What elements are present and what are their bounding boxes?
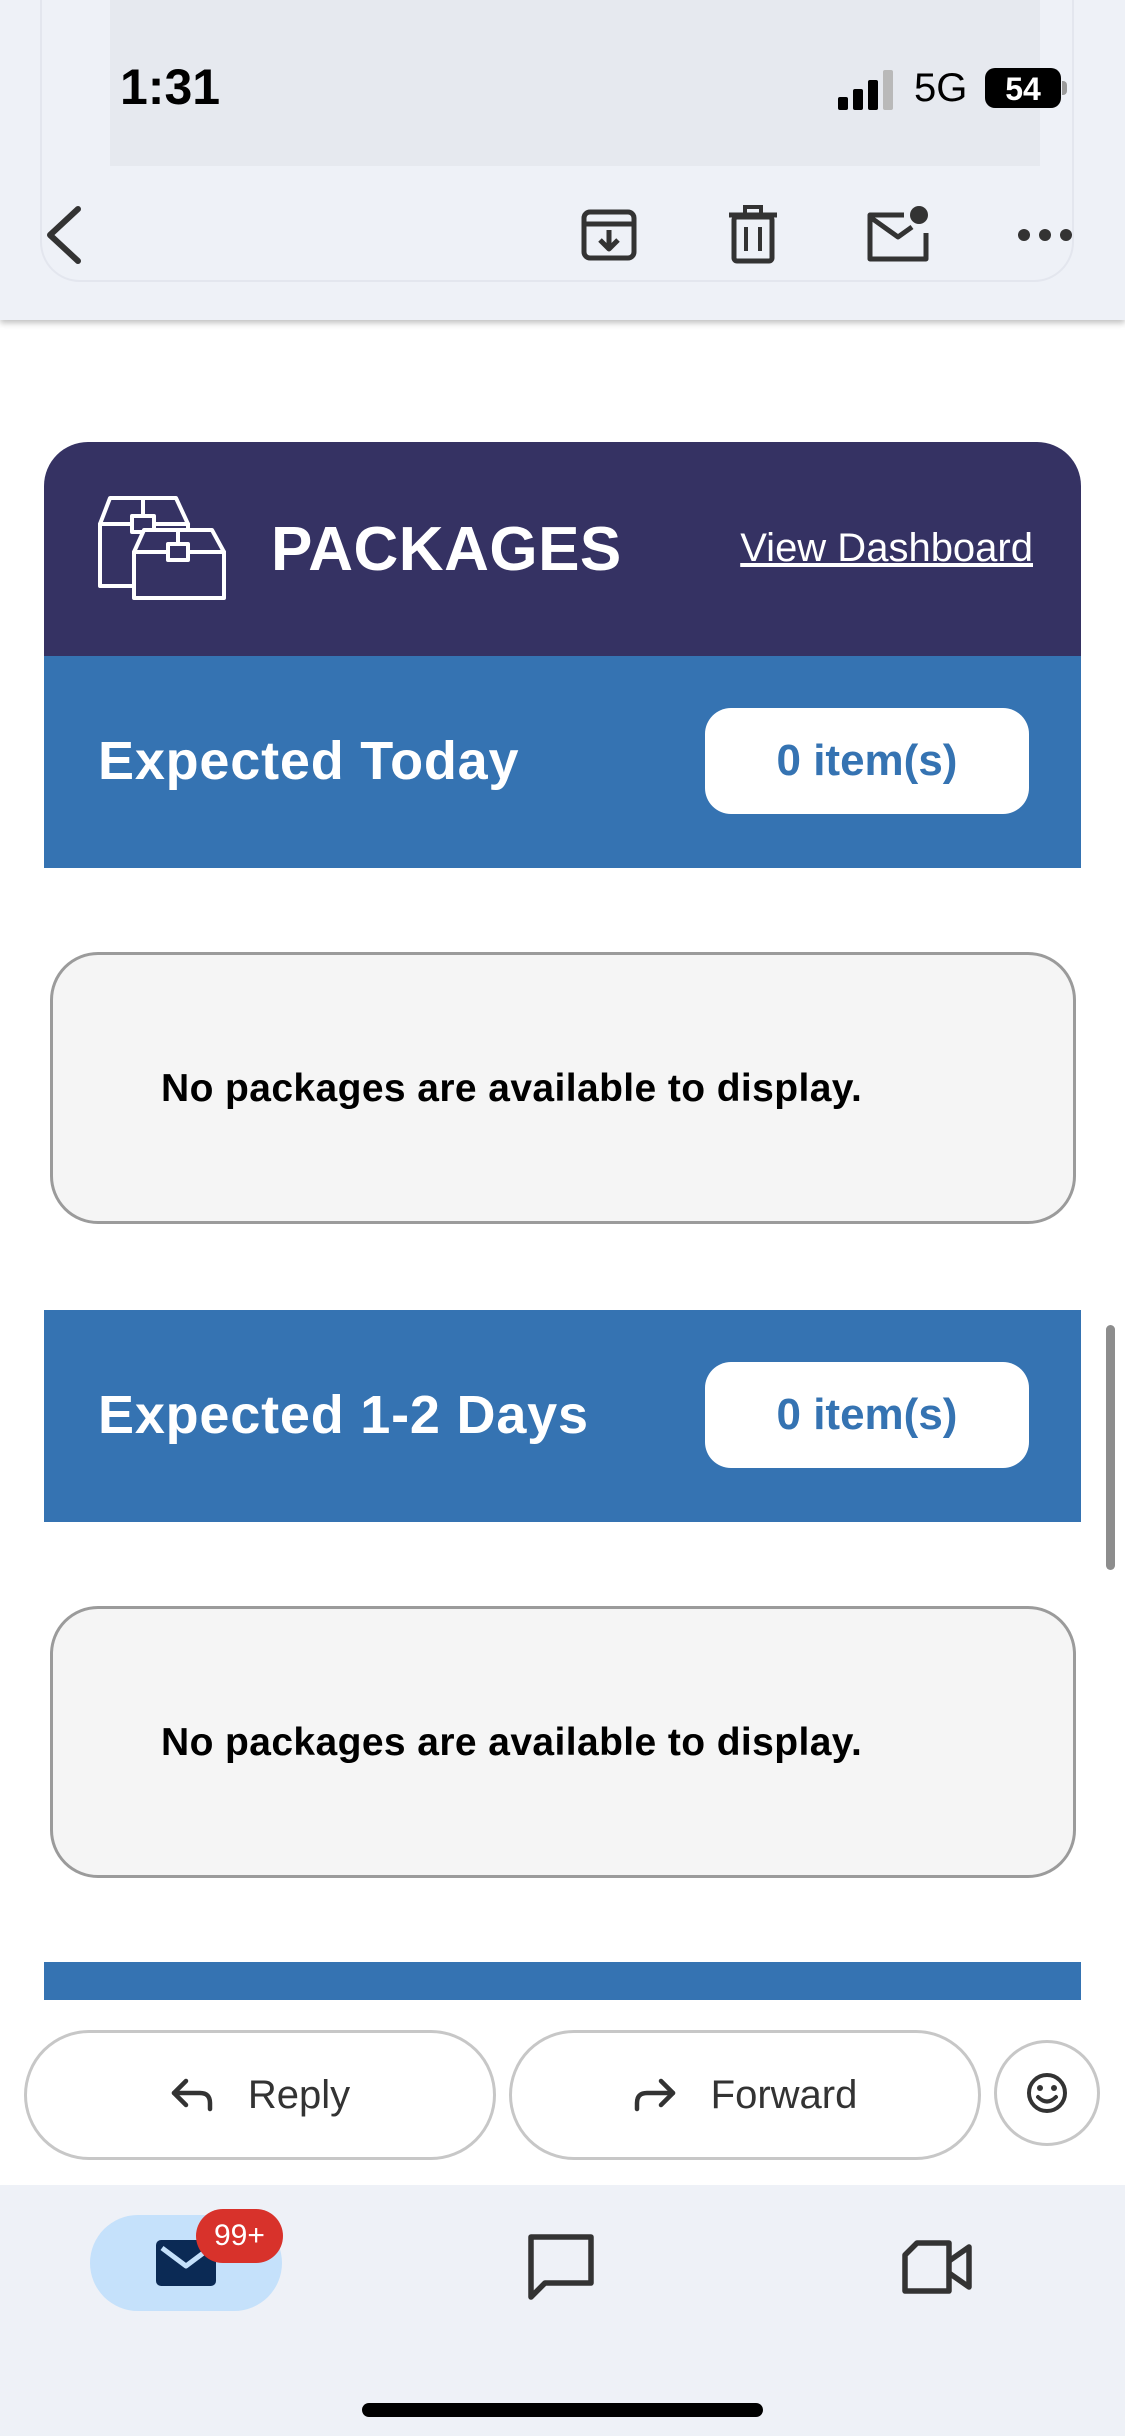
packages-header: PACKAGES View Dashboard [44, 442, 1081, 656]
forward-icon [634, 2078, 675, 2112]
more-options-button[interactable] [1005, 205, 1085, 265]
battery-icon: 54 [985, 68, 1067, 108]
emoji-reaction-button[interactable] [994, 2040, 1100, 2146]
smiley-icon [1027, 2073, 1067, 2113]
empty-state-box: No packages are available to display. [50, 952, 1076, 1224]
mark-unread-icon [867, 206, 929, 262]
section-title: Expected Today [98, 731, 520, 791]
chat-icon[interactable] [525, 2231, 597, 2303]
network-type: 5G [914, 66, 968, 110]
empty-state-message: No packages are available to display. [161, 1721, 863, 1764]
meet-icon[interactable] [901, 2235, 973, 2299]
packages-title: PACKAGES [271, 515, 622, 584]
battery-tip [1062, 81, 1067, 95]
item-count-badge: 0 item(s) [705, 1362, 1029, 1468]
delete-button[interactable] [718, 200, 788, 270]
more-horizontal-icon [1018, 229, 1072, 241]
status-time: 1:31 [120, 59, 221, 115]
item-count-badge: 0 item(s) [705, 708, 1029, 814]
reply-button[interactable]: Reply [24, 2030, 496, 2160]
unread-count-badge: 99+ [196, 2209, 283, 2263]
forward-button[interactable]: Forward [509, 2030, 981, 2160]
top-app-bar: 1:31 5G 54 [0, 0, 1125, 320]
back-chevron-icon [47, 206, 81, 264]
boxes-icon [98, 496, 226, 600]
previous-card-content [110, 0, 1040, 166]
reply-label: Reply [247, 2072, 351, 2117]
trash-icon [729, 205, 777, 264]
reply-action-bar: Reply Forward [0, 2000, 1125, 2185]
archive-button[interactable] [572, 200, 646, 270]
section-expected-1-2-days: Expected 1-2 Days 0 item(s) [44, 1310, 1081, 1522]
signal-icon [838, 70, 893, 110]
section-title: Expected 1-2 Days [98, 1385, 589, 1445]
forward-label: Forward [710, 2072, 858, 2117]
mark-unread-button[interactable] [858, 198, 938, 270]
section-expected-today: Expected Today 0 item(s) [44, 656, 1081, 868]
bottom-navigation: 99+ [0, 2185, 1125, 2436]
view-dashboard-link[interactable]: View Dashboard [740, 526, 1033, 571]
archive-icon [581, 209, 637, 261]
home-indicator[interactable] [362, 2403, 763, 2417]
empty-state-box: No packages are available to display. [50, 1606, 1076, 1878]
scrollbar[interactable] [1106, 1325, 1115, 1570]
battery-level: 54 [1005, 71, 1041, 107]
back-button[interactable] [34, 195, 94, 275]
empty-state-message: No packages are available to display. [161, 1067, 863, 1110]
reply-icon [171, 2078, 213, 2112]
